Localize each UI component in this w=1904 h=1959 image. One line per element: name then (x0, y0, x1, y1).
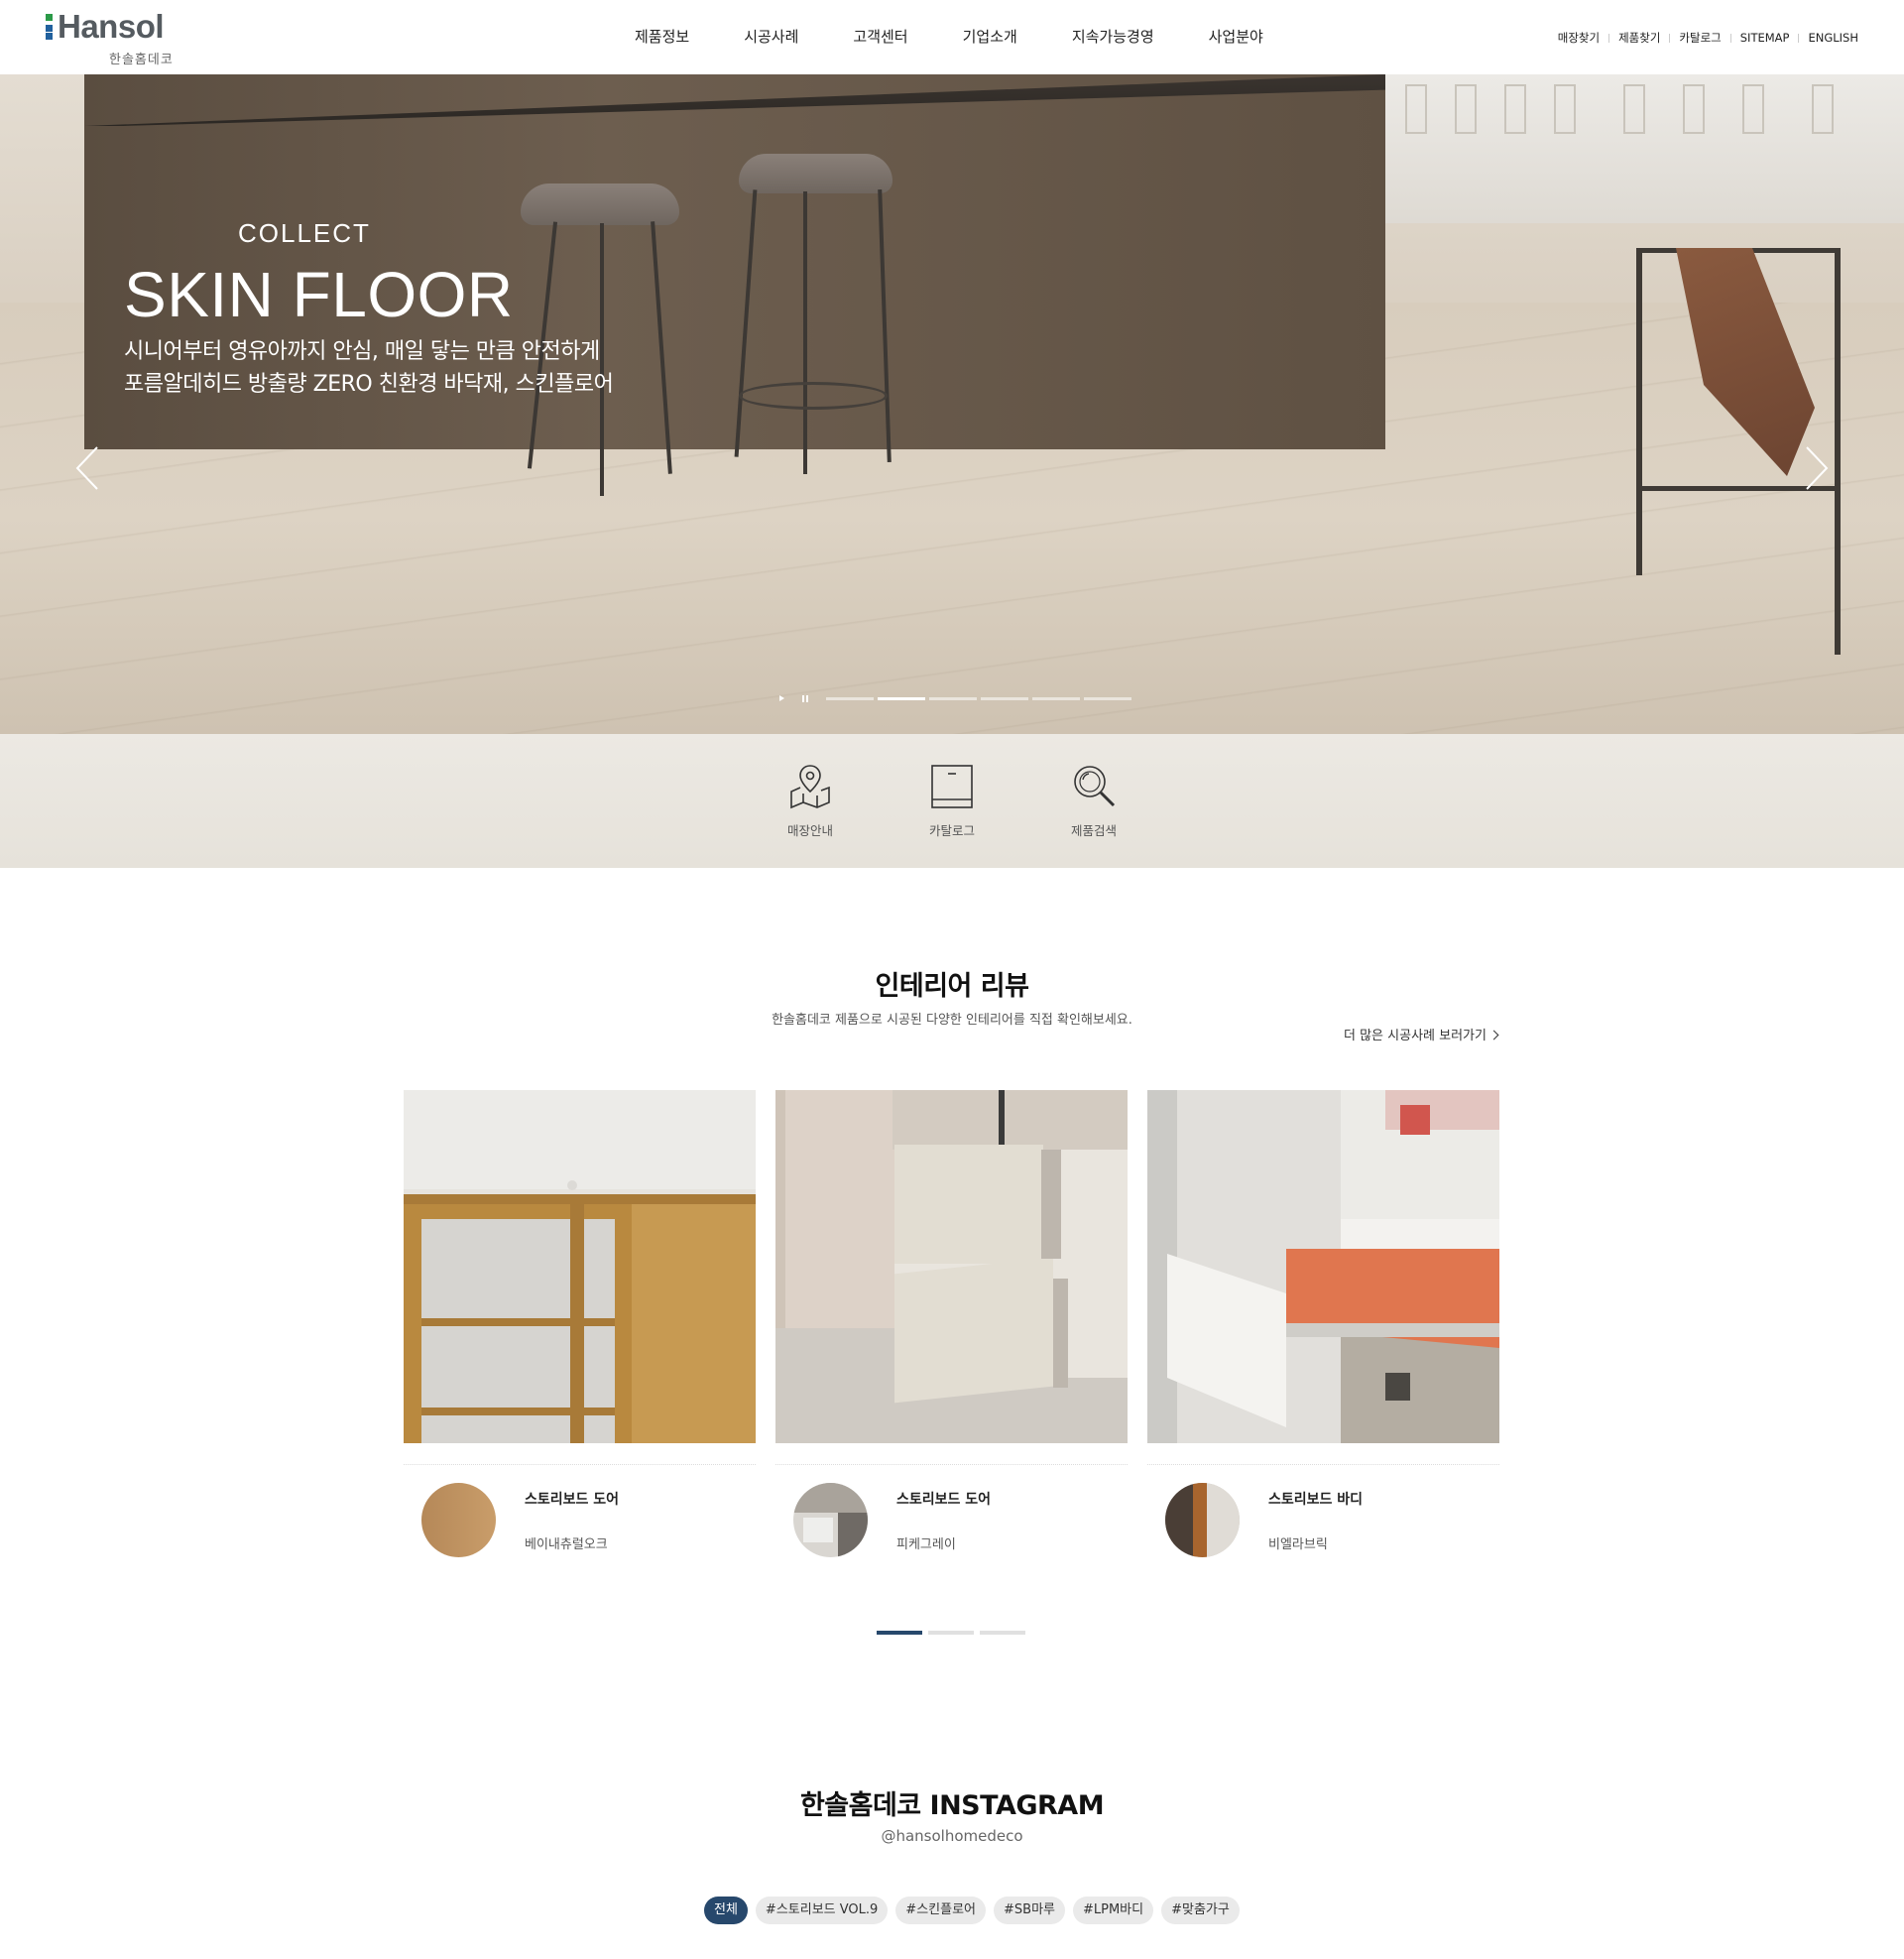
review-card[interactable]: 스토리보드 바디 비엘라브릭 (1147, 1090, 1499, 1576)
hero-description-line: 포름알데히드 방출량 ZERO 친환경 바닥재, 스킨플로어 (124, 372, 614, 397)
hero-slider-controls (779, 693, 1135, 703)
review-section-subtitle: 한솔홈데코 제품으로 시공된 다양한 인테리어를 직접 확인해보세요. (772, 1013, 1132, 1028)
map-pin-icon (785, 762, 835, 811)
slide-indicator[interactable] (826, 696, 874, 700)
site-header: Hansol 한솔홈데코 제품정보 시공사례 고객센터 기업소개 지속가능경영 … (0, 0, 1904, 74)
quick-links: 매장안내 카탈로그 제품검색 (0, 734, 1904, 868)
hero-prev-button[interactable] (73, 443, 103, 493)
review-pagination (877, 1631, 1031, 1635)
quick-link-label: 매장안내 (786, 823, 833, 838)
chevron-right-icon (1488, 1030, 1499, 1041)
product-name: 스토리보드 도어 (896, 1492, 992, 1508)
review-card[interactable]: 스토리보드 도어 베이내츄럴오크 (404, 1090, 756, 1576)
hero-next-button[interactable] (1801, 443, 1831, 493)
chevron-left-icon (75, 446, 98, 490)
nav-item-cases[interactable]: 시공사례 (744, 26, 798, 47)
tag-custom-furniture[interactable]: #맞춤가구 (1161, 1897, 1240, 1924)
logo-subtitle: 한솔홈데코 (109, 53, 174, 67)
divider (1608, 33, 1610, 43)
review-card[interactable]: 스토리보드 도어 피케그레이 (775, 1090, 1128, 1576)
quick-link-search[interactable]: 제품검색 (1044, 762, 1143, 839)
pause-icon[interactable] (802, 694, 808, 702)
slide-indicator[interactable] (981, 696, 1028, 700)
product-color: 비엘라브릭 (1268, 1537, 1328, 1552)
hero-description: 시니어부터 영유아까지 안심, 매일 닿는 만큼 안전하게 포름알데히드 방출량… (124, 335, 614, 401)
tag-storyboard[interactable]: #스토리보드 VOL.9 (755, 1897, 889, 1924)
site-logo[interactable]: Hansol 한솔홈데코 (46, 8, 204, 67)
slide-indicator-active[interactable] (878, 696, 925, 700)
chevron-right-icon (1806, 446, 1829, 490)
product-name: 스토리보드 도어 (525, 1492, 620, 1508)
product-color: 베이내츄럴오크 (525, 1537, 608, 1552)
quick-link-store[interactable]: 매장안내 (761, 762, 860, 839)
util-sitemap[interactable]: SITEMAP (1740, 31, 1790, 45)
nav-item-company[interactable]: 기업소개 (963, 26, 1017, 47)
hero-title: SKIN FLOOR (124, 259, 514, 330)
product-color: 피케그레이 (896, 1537, 956, 1552)
card-divider (1147, 1464, 1499, 1465)
review-photo-orange-drawer (1147, 1090, 1499, 1443)
divider (1729, 33, 1731, 43)
instagram-handle[interactable]: @hansolhomedeco (0, 1827, 1904, 1845)
slide-indicator[interactable] (1032, 696, 1080, 700)
card-divider (775, 1464, 1128, 1465)
util-store-finder[interactable]: 매장찾기 (1558, 30, 1600, 46)
hero-eyebrow: COLLECT (238, 218, 371, 248)
tag-lpm-body[interactable]: #LPM바디 (1072, 1897, 1154, 1924)
color-swatch (421, 1483, 496, 1557)
slide-indicator[interactable] (1084, 696, 1131, 700)
page-indicator-active[interactable] (877, 1631, 922, 1635)
instagram-tag-filter: 전체 #스토리보드 VOL.9 #스킨플로어 #SB마루 #LPM바디 #맞춤가… (704, 1897, 1248, 1924)
utility-menu: 매장찾기 제품찾기 카탈로그 SITEMAP ENGLISH (1558, 30, 1858, 46)
nav-item-support[interactable]: 고객센터 (853, 26, 907, 47)
quick-link-label: 카탈로그 (928, 823, 975, 838)
divider (1669, 33, 1671, 43)
logo-mark-icon (46, 14, 53, 40)
tag-skinfloor[interactable]: #스킨플로어 (895, 1897, 986, 1924)
hero-stool-right (734, 154, 902, 541)
review-section-title: 인테리어 리뷰 (875, 971, 1029, 1002)
more-cases-link[interactable]: 더 많은 시공사례 보러가기 (1344, 1025, 1499, 1043)
util-catalog[interactable]: 카탈로그 (1679, 30, 1721, 46)
util-english[interactable]: ENGLISH (1808, 31, 1858, 45)
tag-sb-maru[interactable]: #SB마루 (994, 1897, 1065, 1924)
review-photo-wood-cabinet (404, 1090, 756, 1443)
review-photo-drawer-cabinet (775, 1090, 1128, 1443)
color-swatch (793, 1483, 868, 1557)
tag-all[interactable]: 전체 (704, 1897, 748, 1924)
product-name: 스토리보드 바디 (1268, 1492, 1364, 1508)
more-cases-label: 더 많은 시공사례 보러가기 (1344, 1029, 1487, 1043)
quick-link-label: 제품검색 (1070, 823, 1117, 838)
util-product-finder[interactable]: 제품찾기 (1618, 30, 1660, 46)
logo-wordmark: Hansol (58, 8, 165, 45)
page-indicator[interactable] (980, 1631, 1025, 1635)
slide-indicator[interactable] (929, 696, 977, 700)
hero-description-line: 시니어부터 영유아까지 안심, 매일 닿는 만큼 안전하게 (124, 339, 600, 364)
hero-slider: COLLECT SKIN FLOOR 시니어부터 영유아까지 안심, 매일 닿는… (0, 74, 1904, 734)
page-indicator[interactable] (928, 1631, 974, 1635)
main-navigation: 제품정보 시공사례 고객센터 기업소개 지속가능경영 사업분야 (635, 26, 1318, 47)
divider (1798, 33, 1800, 43)
card-divider (404, 1464, 756, 1465)
nav-item-business[interactable]: 사업분야 (1209, 26, 1263, 47)
nav-item-sustainability[interactable]: 지속가능경영 (1072, 26, 1154, 47)
quick-link-catalog[interactable]: 카탈로그 (902, 762, 1002, 839)
nav-item-products[interactable]: 제품정보 (635, 26, 689, 47)
color-swatch (1165, 1483, 1240, 1557)
instagram-section-title: 한솔홈데코 INSTAGRAM (799, 1790, 1105, 1821)
hero-chair (1636, 159, 1904, 655)
search-icon (1069, 762, 1119, 811)
book-icon (927, 762, 977, 811)
play-icon[interactable] (779, 695, 784, 701)
